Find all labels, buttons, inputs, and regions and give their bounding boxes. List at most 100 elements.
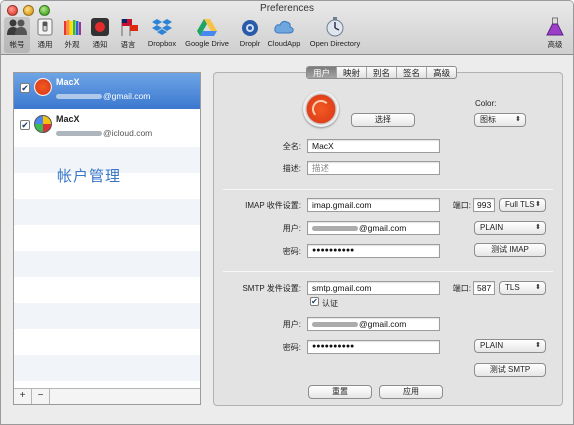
smtp-user-domain: @gmail.com <box>359 319 407 329</box>
test-smtp-button[interactable]: 测试 SMTP <box>474 363 546 377</box>
imap-security-select[interactable]: Full TLS ⬍ <box>499 198 546 212</box>
imap-user-domain: @gmail.com <box>359 223 407 233</box>
list-item <box>14 225 200 251</box>
choose-avatar-button[interactable]: 选择 <box>351 113 415 127</box>
smtp-server-field[interactable]: smtp.gmail.com <box>307 281 440 295</box>
chevron-updown-icon: ⬍ <box>535 201 541 208</box>
apply-button[interactable]: 应用 <box>379 385 443 399</box>
color-label: Color: <box>475 99 497 108</box>
account-email: @icloud.com <box>56 128 152 138</box>
test-imap-button[interactable]: 测试 IMAP <box>474 243 546 257</box>
toolbar-item-notification[interactable]: 通知 <box>89 17 111 53</box>
description-field[interactable]: 描述 <box>307 161 440 175</box>
add-account-button[interactable]: + <box>14 389 32 404</box>
smtp-auth-checkbox[interactable]: ✔ <box>310 297 319 306</box>
account-name: MacX <box>56 114 80 124</box>
divider <box>223 189 553 190</box>
toolbar-item-appearance[interactable]: 外观 <box>60 17 84 53</box>
account-enabled-checkbox[interactable]: ✔ <box>20 83 30 93</box>
account-avatar-large <box>303 91 339 127</box>
color-select-value: 图标 <box>480 115 496 124</box>
toolbar-item-open-directory[interactable]: Open Directory <box>307 17 363 53</box>
toolbar-label: CloudApp <box>267 39 301 48</box>
smtp-security-select[interactable]: TLS ⬍ <box>499 281 546 295</box>
open-directory-icon <box>326 17 344 37</box>
window-title: Preferences <box>260 3 314 14</box>
tab-user[interactable]: 用户 <box>307 67 338 78</box>
tab-advanced[interactable]: 高级 <box>427 67 456 78</box>
account-name: MacX <box>56 77 80 87</box>
list-item <box>14 303 200 329</box>
imap-password-label: 密码: <box>282 247 301 256</box>
toolbar-item-google-drive[interactable]: Google Drive <box>183 17 231 53</box>
toolbar-item-dropbox[interactable]: Dropbox <box>144 17 180 53</box>
redacted-email <box>312 322 358 328</box>
fullname-field[interactable]: MacX <box>307 139 440 153</box>
settings-tab-bar: 用户 映射 别名 签名 高级 <box>306 66 458 79</box>
google-drive-icon <box>197 19 217 36</box>
tab-mapping[interactable]: 映射 <box>337 67 368 78</box>
smtp-settings-label: SMTP 发件设置: <box>242 284 301 293</box>
account-email-domain: @icloud.com <box>103 128 153 138</box>
toolbar: Preferences 帐号 通用 外观 通知 语言 Dropbox Googl… <box>1 1 573 55</box>
imap-auth-select[interactable]: PLAIN ⬍ <box>474 221 546 235</box>
general-switch-icon <box>37 18 53 36</box>
chevron-updown-icon: ⬍ <box>535 342 541 349</box>
tab-alias[interactable]: 别名 <box>367 67 398 78</box>
redacted-email <box>56 94 102 100</box>
toolbar-label: 外观 <box>64 40 80 49</box>
imap-server-field[interactable]: imap.gmail.com <box>307 198 440 212</box>
toolbar-label: Google Drive <box>185 39 229 48</box>
smtp-port-field[interactable]: 587 <box>473 281 495 295</box>
smtp-auth-select[interactable]: PLAIN ⬍ <box>474 339 546 353</box>
preferences-window: Preferences 帐号 通用 外观 通知 语言 Dropbox Googl… <box>0 0 574 425</box>
account-row-gmail[interactable]: ✔ MacX @gmail.com <box>14 73 200 109</box>
redacted-email <box>56 131 102 137</box>
imap-user-label: 用户: <box>282 224 301 233</box>
chevron-updown-icon: ⬍ <box>535 224 541 231</box>
reset-button[interactable]: 重置 <box>308 385 372 399</box>
toolbar-item-advanced[interactable]: 高级 <box>543 17 567 53</box>
list-item <box>14 251 200 277</box>
list-item <box>14 355 200 381</box>
account-list: ✔ MacX @gmail.com ✔ MacX @icloud.com 帐户管… <box>13 72 201 405</box>
chevron-updown-icon: ⬍ <box>515 116 521 123</box>
avatar <box>34 115 52 133</box>
account-enabled-checkbox[interactable]: ✔ <box>20 120 30 130</box>
account-row-icloud[interactable]: ✔ MacX @icloud.com <box>14 110 200 146</box>
toolbar-item-droplr[interactable]: Droplr <box>235 17 265 53</box>
toolbar-label: 通用 <box>37 40 53 49</box>
toolbar-item-accounts[interactable]: 帐号 <box>4 17 30 53</box>
avatar <box>34 78 52 96</box>
imap-settings-label: IMAP 收件设置: <box>245 201 301 210</box>
toolbar-item-cloudapp[interactable]: CloudApp <box>266 17 302 53</box>
flask-icon <box>546 17 564 36</box>
smtp-auth-value: PLAIN <box>480 341 504 350</box>
imap-port-field[interactable]: 993 <box>473 198 495 212</box>
accounts-icon <box>7 19 27 35</box>
smtp-auth-label: 认证 <box>322 299 338 308</box>
smtp-port-label: 端口: <box>452 284 471 293</box>
toolbar-item-language[interactable]: 语言 <box>116 17 140 53</box>
cloudapp-icon <box>274 20 294 34</box>
list-item <box>14 277 200 303</box>
avatar-swirl <box>312 100 330 118</box>
imap-user-field[interactable]: @gmail.com <box>307 221 440 235</box>
imap-password-field[interactable]: ●●●●●●●●●● <box>307 244 440 258</box>
imap-auth-value: PLAIN <box>480 223 504 232</box>
remove-account-button[interactable]: − <box>32 389 50 404</box>
toolbar-label: Open Directory <box>309 39 361 48</box>
color-select[interactable]: 图标 ⬍ <box>474 113 526 127</box>
toolbar-label: Dropbox <box>147 39 177 48</box>
smtp-user-field[interactable]: @gmail.com <box>307 317 440 331</box>
smtp-password-field[interactable]: ●●●●●●●●●● <box>307 340 440 354</box>
account-management-label: 帐户管理 <box>57 168 122 185</box>
redacted-email <box>312 226 358 232</box>
toolbar-label: 语言 <box>120 40 136 49</box>
account-email-domain: @gmail.com <box>103 91 151 101</box>
tab-signature[interactable]: 签名 <box>397 67 428 78</box>
dropbox-icon <box>152 19 172 35</box>
toolbar-label: 帐号 <box>9 40 25 49</box>
list-footer: + − <box>14 388 200 404</box>
toolbar-item-general[interactable]: 通用 <box>34 17 56 53</box>
